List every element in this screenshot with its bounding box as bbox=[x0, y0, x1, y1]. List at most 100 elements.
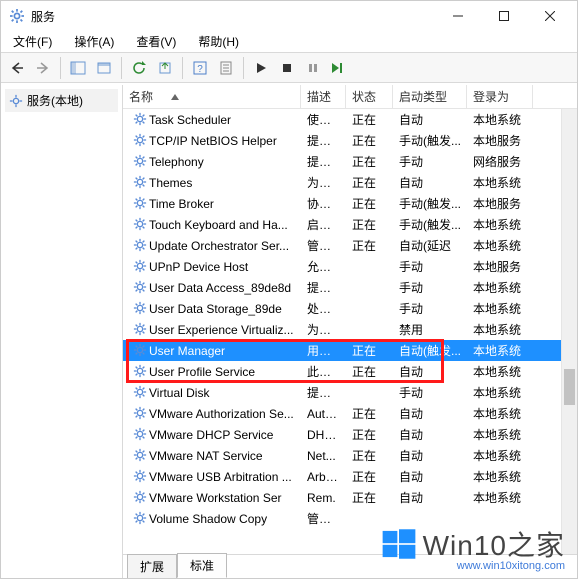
service-row[interactable]: VMware USB Arbitration ...Arbit...正在自动本地… bbox=[123, 466, 577, 487]
service-logon: 本地系统 bbox=[467, 489, 533, 506]
service-logon: 本地系统 bbox=[467, 426, 533, 443]
service-row[interactable]: TCP/IP NetBIOS Helper提供 ...正在手动(触发...本地服… bbox=[123, 130, 577, 151]
service-row[interactable]: Task Scheduler使用...正在自动本地系统 bbox=[123, 109, 577, 130]
tab-extended[interactable]: 扩展 bbox=[127, 554, 177, 578]
close-button[interactable] bbox=[527, 1, 573, 31]
vertical-scrollbar[interactable] bbox=[561, 109, 577, 554]
body-area: 服务(本地) 名称 描述 状态 启动类型 登录为 Task Scheduler 使… bbox=[1, 85, 577, 578]
gear-icon bbox=[133, 217, 149, 233]
grid-rows: Task Scheduler使用...正在自动本地系统TCP/IP NetBIO… bbox=[123, 109, 577, 529]
service-startup: 手动 bbox=[393, 258, 467, 275]
gear-icon bbox=[133, 469, 149, 485]
service-row[interactable]: Volume Shadow Copy管理... bbox=[123, 508, 577, 529]
export-button[interactable] bbox=[153, 56, 177, 80]
column-logon[interactable]: 登录为 bbox=[467, 85, 533, 108]
menu-view[interactable]: 查看(V) bbox=[130, 31, 182, 52]
toolbar: ? bbox=[1, 53, 577, 83]
service-name: Telephony bbox=[149, 155, 204, 169]
service-logon: 本地系统 bbox=[467, 321, 533, 338]
gear-icon bbox=[133, 364, 149, 380]
service-desc: Rem. bbox=[301, 491, 346, 505]
service-row[interactable]: User Experience Virtualiz...为应...禁用本地系统 bbox=[123, 319, 577, 340]
service-desc: 使用... bbox=[301, 111, 346, 128]
service-desc: DHC... bbox=[301, 428, 346, 442]
service-status: 正在 bbox=[346, 405, 393, 422]
menu-help[interactable]: 帮助(H) bbox=[192, 31, 245, 52]
refresh-button[interactable] bbox=[127, 56, 151, 80]
service-desc: 管理... bbox=[301, 237, 346, 254]
gear-icon bbox=[133, 343, 149, 359]
service-logon: 本地系统 bbox=[467, 384, 533, 401]
minimize-button[interactable] bbox=[435, 1, 481, 31]
service-row[interactable]: VMware DHCP ServiceDHC...正在自动本地系统 bbox=[123, 424, 577, 445]
column-desc[interactable]: 描述 bbox=[301, 85, 346, 108]
service-row[interactable]: Update Orchestrator Ser...管理...正在自动(延迟本地… bbox=[123, 235, 577, 256]
start-service-button[interactable] bbox=[249, 56, 273, 80]
service-row[interactable]: Themes为用...正在自动本地系统 bbox=[123, 172, 577, 193]
menu-bar: 文件(F) 操作(A) 查看(V) 帮助(H) bbox=[1, 31, 577, 53]
column-startup[interactable]: 启动类型 bbox=[393, 85, 467, 108]
tabs-bar: 扩展 标准 bbox=[123, 554, 577, 578]
toolbar-divider bbox=[60, 57, 61, 79]
services-icon bbox=[9, 94, 23, 108]
service-name: User Data Storage_89de bbox=[149, 302, 282, 316]
column-status[interactable]: 状态 bbox=[346, 85, 393, 108]
service-row[interactable]: VMware NAT ServiceNet...正在自动本地系统 bbox=[123, 445, 577, 466]
service-logon: 本地系统 bbox=[467, 468, 533, 485]
service-startup: 禁用 bbox=[393, 321, 467, 338]
service-logon: 本地系统 bbox=[467, 363, 533, 380]
service-row[interactable]: User Data Storage_89de处理...手动本地系统 bbox=[123, 298, 577, 319]
service-row[interactable]: Telephony提供...正在手动网络服务 bbox=[123, 151, 577, 172]
service-startup: 手动(触发... bbox=[393, 195, 467, 212]
gear-icon bbox=[133, 259, 149, 275]
service-row[interactable]: User Data Access_89de8d提供...手动本地系统 bbox=[123, 277, 577, 298]
column-name[interactable]: 名称 bbox=[123, 85, 301, 108]
service-row[interactable]: User Manager用户...正在自动(触发...本地系统 bbox=[123, 340, 577, 361]
service-row[interactable]: Virtual Disk提供...手动本地系统 bbox=[123, 382, 577, 403]
properties-button[interactable] bbox=[214, 56, 238, 80]
scrollbar-thumb[interactable] bbox=[564, 369, 575, 405]
toolbar-divider bbox=[121, 57, 122, 79]
service-row[interactable]: UPnP Device Host允许...手动本地服务 bbox=[123, 256, 577, 277]
service-name: Volume Shadow Copy bbox=[149, 512, 267, 526]
show-hide-tree-button[interactable] bbox=[66, 56, 90, 80]
toolbar-divider bbox=[182, 57, 183, 79]
service-status: 正在 bbox=[346, 195, 393, 212]
service-row[interactable]: Time Broker协调...正在手动(触发...本地服务 bbox=[123, 193, 577, 214]
menu-file[interactable]: 文件(F) bbox=[7, 31, 58, 52]
service-name: UPnP Device Host bbox=[149, 260, 248, 274]
service-startup: 手动 bbox=[393, 384, 467, 401]
service-row[interactable]: Touch Keyboard and Ha...启用...正在手动(触发...本… bbox=[123, 214, 577, 235]
menu-action[interactable]: 操作(A) bbox=[68, 31, 120, 52]
service-status: 正在 bbox=[346, 363, 393, 380]
tab-standard[interactable]: 标准 bbox=[177, 553, 227, 578]
restart-service-button[interactable] bbox=[327, 56, 351, 80]
service-logon: 本地系统 bbox=[467, 447, 533, 464]
maximize-button[interactable] bbox=[481, 1, 527, 31]
service-status: 正在 bbox=[346, 342, 393, 359]
service-logon: 本地系统 bbox=[467, 300, 533, 317]
back-button[interactable] bbox=[5, 56, 29, 80]
service-row[interactable]: VMware Workstation SerRem.正在自动本地系统 bbox=[123, 487, 577, 508]
stop-service-button[interactable] bbox=[275, 56, 299, 80]
service-name: VMware NAT Service bbox=[149, 449, 263, 463]
pause-service-button[interactable] bbox=[301, 56, 325, 80]
service-status: 正在 bbox=[346, 216, 393, 233]
service-row[interactable]: User Profile Service此服...正在自动本地系统 bbox=[123, 361, 577, 382]
service-startup: 自动(延迟 bbox=[393, 237, 467, 254]
service-status: 正在 bbox=[346, 447, 393, 464]
service-status: 正在 bbox=[346, 489, 393, 506]
tree-root-item[interactable]: 服务(本地) bbox=[5, 89, 118, 112]
service-logon: 本地系统 bbox=[467, 342, 533, 359]
service-name: VMware Authorization Se... bbox=[149, 407, 294, 421]
svg-text:?: ? bbox=[197, 64, 203, 75]
service-name: Task Scheduler bbox=[149, 113, 231, 127]
tree-pane: 服务(本地) bbox=[1, 85, 123, 578]
export-list-button[interactable] bbox=[92, 56, 116, 80]
service-status: 正在 bbox=[346, 426, 393, 443]
gear-icon bbox=[133, 196, 149, 212]
help-button[interactable]: ? bbox=[188, 56, 212, 80]
service-row[interactable]: VMware Authorization Se...Auth...正在自动本地系… bbox=[123, 403, 577, 424]
service-startup: 自动 bbox=[393, 363, 467, 380]
forward-button[interactable] bbox=[31, 56, 55, 80]
